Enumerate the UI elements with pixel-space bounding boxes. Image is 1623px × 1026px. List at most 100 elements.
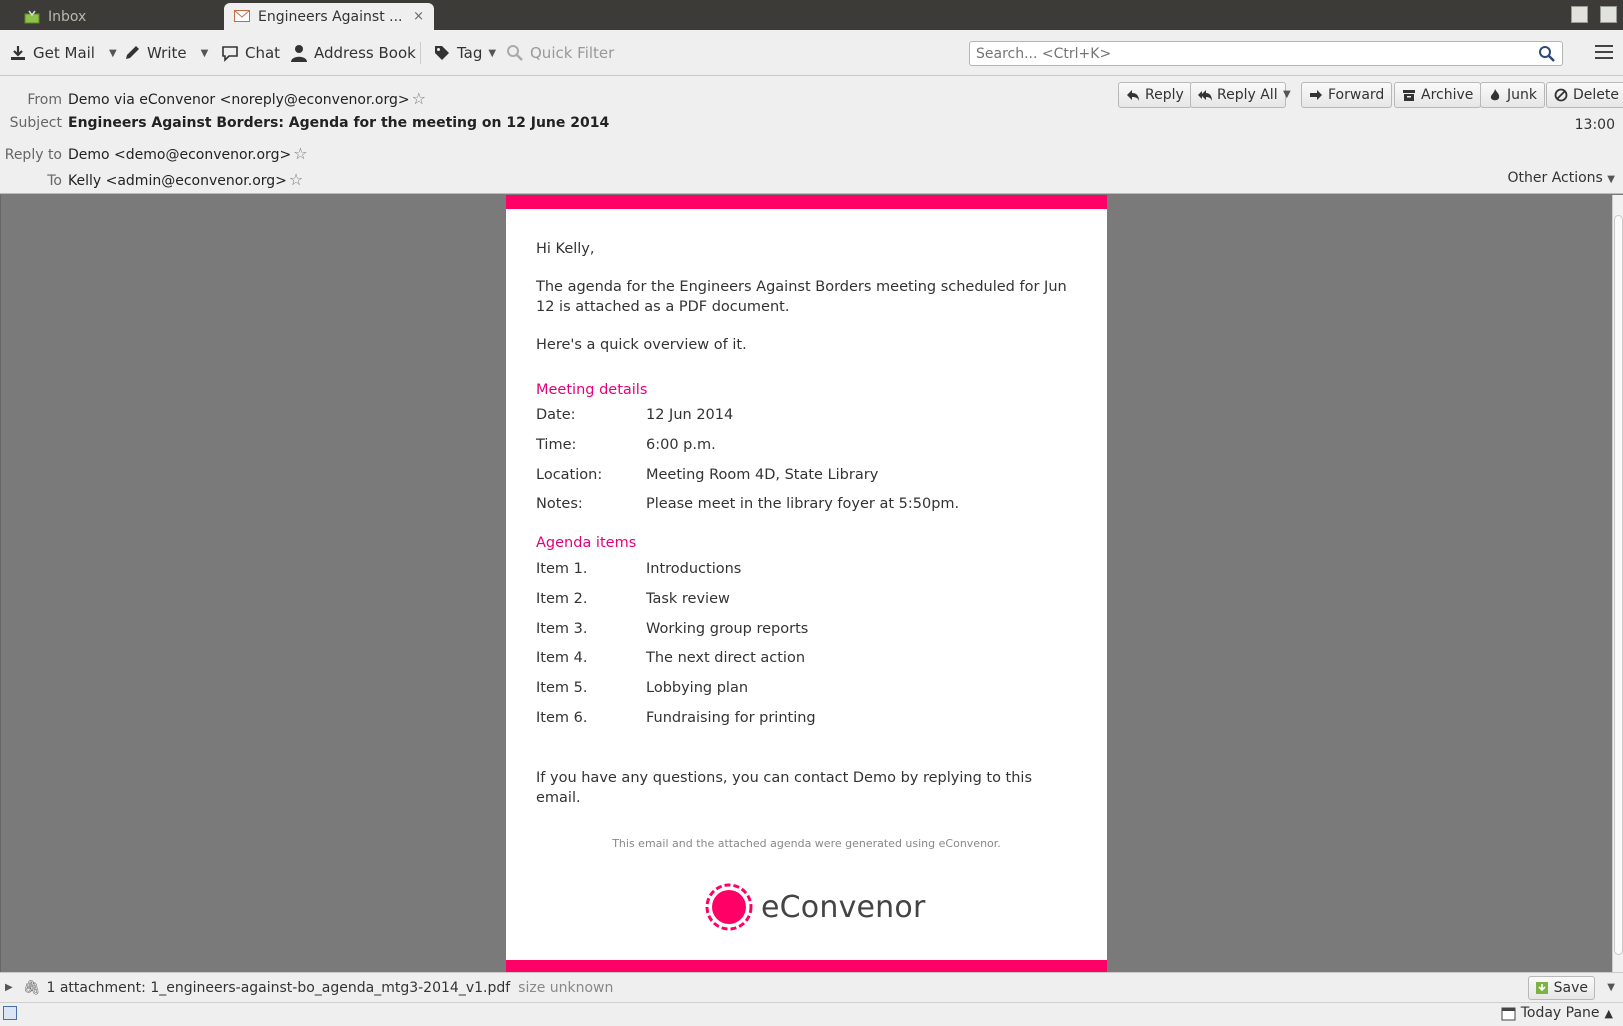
forward-button[interactable]: Forward <box>1301 82 1393 108</box>
detail-key: Location: <box>536 467 603 483</box>
chevron-down-icon[interactable]: ▼ <box>109 48 117 59</box>
reply-all-button[interactable]: Reply All <box>1190 82 1286 108</box>
chevron-down-icon: ▼ <box>1607 174 1615 185</box>
chat-bubble-icon <box>222 46 238 62</box>
chevron-down-icon[interactable]: ▼ <box>201 48 209 59</box>
forward-label: Forward <box>1328 87 1385 103</box>
agenda-value: Working group reports <box>646 621 809 637</box>
today-pane-label: Today Pane <box>1520 1005 1600 1021</box>
reply-to-value[interactable]: Demo <demo@econvenor.org> <box>68 147 291 163</box>
agenda-row: Item 2. Task review <box>536 591 730 607</box>
save-button[interactable]: Save <box>1527 976 1595 1000</box>
agenda-value: Lobbying plan <box>646 680 749 696</box>
detail-value: Meeting Room 4D, State Library <box>646 467 879 483</box>
envelope-icon <box>234 10 250 23</box>
save-icon <box>1535 982 1548 994</box>
attachment-bar: ▶ 🖇 1 attachment: 1_engineers-against-bo… <box>0 972 1623 1002</box>
from-row: From Demo via eConvenor <noreply@econven… <box>0 89 426 108</box>
calendar-icon <box>1501 1007 1516 1020</box>
attachment-size: size unknown <box>518 979 614 996</box>
delete-label: Delete <box>1573 87 1619 103</box>
brand-top-bar <box>506 195 1107 209</box>
connection-status-icon <box>3 1006 17 1020</box>
archive-icon <box>1403 90 1415 101</box>
star-icon[interactable]: ☆ <box>293 144 307 163</box>
reply-all-label: Reply All <box>1217 87 1278 103</box>
reply-all-icon <box>1198 90 1212 101</box>
chat-button[interactable]: Chat <box>221 40 280 66</box>
download-icon <box>11 46 25 60</box>
today-pane-toggle[interactable]: Today Pane ▲ <box>1501 1005 1613 1021</box>
intro-paragraph: The agenda for the Engineers Against Bor… <box>536 279 1067 315</box>
chevron-down-icon[interactable]: ▼ <box>1283 89 1291 100</box>
agenda-value: Introductions <box>646 561 742 577</box>
expand-arrow-icon[interactable]: ▶ <box>5 982 13 993</box>
tasks-icon[interactable] <box>1600 6 1617 23</box>
tag-button[interactable]: Tag ▼ <box>433 40 496 66</box>
scrollbar-thumb[interactable] <box>1614 215 1623 955</box>
inbox-icon <box>24 10 40 24</box>
menu-icon[interactable] <box>1595 45 1613 61</box>
detail-value: Please meet in the library foyer at 5:50… <box>646 496 960 512</box>
subject-label: Subject <box>9 115 62 131</box>
star-icon[interactable]: ☆ <box>289 170 303 189</box>
agenda-items-heading: Agenda items <box>536 535 637 551</box>
tab-inbox[interactable]: Inbox <box>14 3 214 30</box>
agenda-value: Fundraising for printing <box>646 710 816 726</box>
write-label: Write <box>147 44 187 62</box>
save-label: Save <box>1553 980 1588 996</box>
reply-icon <box>1127 90 1139 101</box>
message-time: 13:00 <box>1574 117 1615 133</box>
junk-button[interactable]: Junk <box>1480 82 1545 108</box>
to-value[interactable]: Kelly <admin@econvenor.org> <box>68 173 287 189</box>
other-actions-button[interactable]: Other Actions ▼ <box>1508 170 1616 186</box>
search-icon[interactable] <box>1538 45 1556 63</box>
meeting-details-heading: Meeting details <box>536 382 648 398</box>
star-icon[interactable]: ☆ <box>412 89 426 108</box>
get-mail-button[interactable]: Get Mail ▼ <box>9 40 117 66</box>
logo-text: eConvenor <box>761 889 926 925</box>
agenda-value: Task review <box>646 591 730 607</box>
attachment-name[interactable]: 1 attachment: 1_engineers-against-bo_age… <box>46 980 510 996</box>
detail-value: 6:00 p.m. <box>646 437 716 453</box>
chevron-down-icon[interactable]: ▼ <box>1607 982 1615 993</box>
scrollbar[interactable] <box>1612 195 1623 972</box>
to-label: To <box>47 173 62 189</box>
agenda-row: Item 1. Introductions <box>536 561 741 577</box>
status-bar: Today Pane ▲ <box>0 1002 1623 1026</box>
econvenor-logo: eConvenor <box>705 883 926 931</box>
person-icon <box>291 45 307 62</box>
address-book-button[interactable]: Address Book <box>290 40 416 66</box>
detail-value: 12 Jun 2014 <box>646 407 734 423</box>
agenda-row: Item 4. The next direct action <box>536 650 805 666</box>
agenda-key: Item 3. <box>536 621 588 637</box>
detail-row: Date: 12 Jun 2014 <box>536 407 733 423</box>
search-input[interactable] <box>976 45 1538 62</box>
overview-paragraph: Here's a quick overview of it. <box>536 337 747 353</box>
close-icon[interactable]: × <box>413 9 424 24</box>
calendar-icon[interactable] <box>1571 6 1588 23</box>
detail-key: Notes: <box>536 496 583 512</box>
flame-icon <box>1490 89 1500 101</box>
write-button[interactable]: Write ▼ <box>123 40 208 66</box>
detail-row: Time: 6:00 p.m. <box>536 437 716 453</box>
reply-button[interactable]: Reply <box>1118 82 1192 108</box>
reply-label: Reply <box>1145 87 1184 103</box>
agenda-key: Item 2. <box>536 591 588 607</box>
quick-filter-button[interactable]: Quick Filter <box>506 40 614 66</box>
from-value[interactable]: Demo via eConvenor <noreply@econvenor.or… <box>68 92 410 108</box>
forward-icon <box>1310 90 1322 100</box>
reply-to-label: Reply to <box>4 147 62 163</box>
detail-row: Location: Meeting Room 4D, State Library <box>536 467 878 483</box>
agenda-key: Item 1. <box>536 561 588 577</box>
tab-label: Engineers Against ... <box>258 8 403 25</box>
to-row: To Kelly <admin@econvenor.org> ☆ <box>0 170 303 189</box>
brand-bottom-bar <box>506 960 1107 972</box>
agenda-key: Item 4. <box>536 650 588 666</box>
get-mail-label: Get Mail <box>33 44 95 62</box>
delete-button[interactable]: Delete <box>1546 82 1623 108</box>
search-field[interactable] <box>969 41 1563 66</box>
tab-email[interactable]: Engineers Against ... × <box>224 3 434 30</box>
archive-button[interactable]: Archive <box>1394 82 1482 108</box>
chevron-up-icon: ▲ <box>1604 1006 1613 1020</box>
